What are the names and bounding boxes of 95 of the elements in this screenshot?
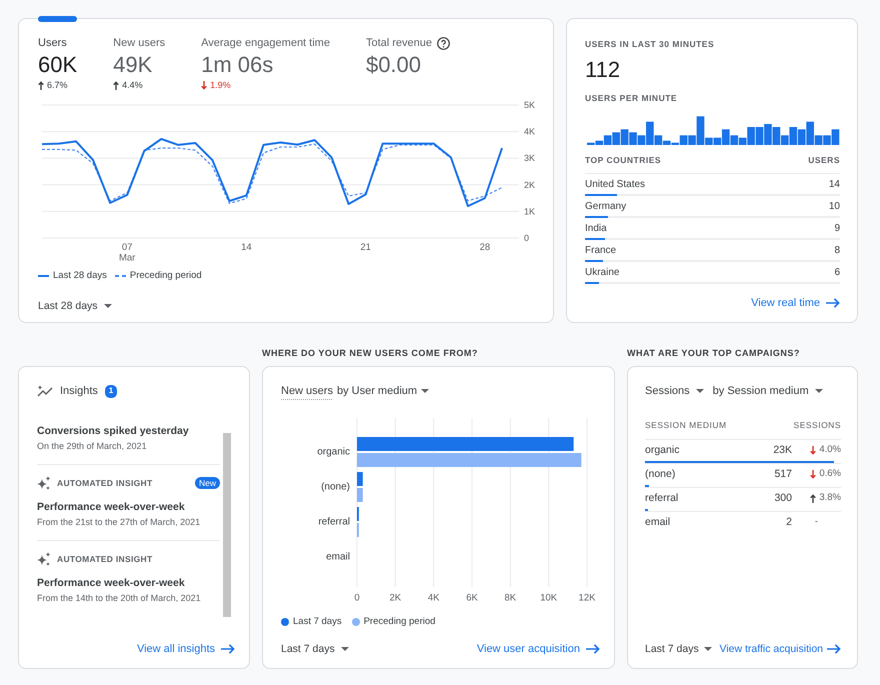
new-badge: New bbox=[194, 477, 220, 489]
y-axis-label: 2K bbox=[524, 180, 536, 190]
arrow-right-icon bbox=[826, 298, 840, 308]
card-title: Insights bbox=[60, 384, 98, 398]
sparkle-icon bbox=[37, 552, 51, 566]
column-header: TOP COUNTRIES bbox=[585, 155, 662, 166]
country-name: Germany bbox=[585, 200, 626, 214]
view-traffic-link[interactable]: View traffic acquisition bbox=[720, 642, 841, 656]
insight-date: From the 21st to the 27th of March, 2021 bbox=[37, 516, 202, 529]
metric-tab[interactable]: Average engagement time 1m 06s 1.9% bbox=[201, 16, 330, 91]
metric-tab[interactable]: New users 49K 4.4% bbox=[113, 16, 166, 91]
medium-name: (none) bbox=[645, 466, 676, 482]
metric-tab[interactable]: Total revenue $0.00 bbox=[366, 16, 450, 79]
insight-date: On the 29th of March, 2021 bbox=[37, 440, 148, 453]
sparkle-icon bbox=[37, 476, 51, 490]
medium-name: organic bbox=[645, 442, 680, 458]
session-count: 517 bbox=[774, 466, 792, 482]
arrow-right-icon bbox=[221, 644, 235, 654]
insight-type-label: AUTOMATED INSIGHT bbox=[57, 478, 152, 488]
caret-down-icon bbox=[104, 304, 112, 308]
y-axis-label: 1K bbox=[524, 206, 536, 216]
change-percent: 4.0% bbox=[819, 443, 841, 458]
legend-label: Preceding period bbox=[364, 616, 436, 628]
x-axis-label: 10K bbox=[540, 592, 558, 604]
session-count: 300 bbox=[774, 490, 792, 506]
x-axis-label: 2K bbox=[390, 592, 402, 604]
user-count: 6 bbox=[834, 266, 840, 280]
date-range-dropdown[interactable]: Last 28 days bbox=[38, 299, 112, 313]
x-axis-label: 4K bbox=[428, 592, 440, 604]
country-name: France bbox=[585, 244, 616, 258]
category-label: (none) bbox=[321, 482, 350, 492]
legend-label: Last 28 days bbox=[53, 270, 107, 282]
insight-type-label: AUTOMATED INSIGHT bbox=[57, 554, 152, 564]
realtime-user-count: 112 bbox=[585, 56, 620, 84]
user-count: 14 bbox=[828, 178, 840, 192]
column-header: SESSION MEDIUM bbox=[645, 419, 727, 431]
user-count: 9 bbox=[834, 222, 840, 236]
view-acquisition-link[interactable]: View user acquisition bbox=[476, 642, 600, 656]
category-label: referral bbox=[318, 516, 350, 528]
caret-down-icon bbox=[696, 389, 704, 393]
x-axis-label: 07 Mar bbox=[119, 242, 136, 264]
x-axis-label: 28 bbox=[480, 242, 490, 253]
medium-name: referral bbox=[645, 490, 680, 506]
count-badge: 1 bbox=[104, 384, 117, 398]
insight-title: Performance week-over-week bbox=[37, 500, 186, 514]
user-count: 8 bbox=[834, 244, 840, 258]
y-axis-label: 3K bbox=[524, 153, 536, 164]
insight-title: Conversions spiked yesterday bbox=[37, 424, 190, 438]
change-percent: 0.6% bbox=[819, 467, 841, 482]
trend-sparkle-icon bbox=[37, 385, 53, 397]
x-axis-label: 14 bbox=[241, 242, 252, 253]
country-name: Ukraine bbox=[585, 266, 620, 280]
date-range-dropdown[interactable]: Last 7 days bbox=[281, 642, 349, 656]
x-axis-label: 6K bbox=[466, 592, 478, 604]
caret-down-icon bbox=[814, 389, 823, 393]
user-count: 10 bbox=[828, 200, 840, 214]
country-name: United States bbox=[585, 178, 646, 192]
session-count: 23K bbox=[773, 442, 792, 458]
column-header: SESSIONS bbox=[794, 419, 841, 431]
date-range-dropdown[interactable]: Last 7 days bbox=[645, 642, 712, 656]
column-header: USERS bbox=[808, 155, 840, 166]
category-label: organic bbox=[317, 446, 350, 458]
metric-dropdown[interactable]: Sessions bbox=[645, 384, 704, 398]
metric-dropdown[interactable]: New users by User medium bbox=[281, 384, 430, 398]
scrollbar-thumb[interactable] bbox=[223, 433, 231, 617]
legend-label: Last 7 days bbox=[293, 616, 342, 628]
change-percent: 3.8% bbox=[819, 491, 841, 506]
y-axis-label: 0 bbox=[524, 233, 530, 243]
x-axis-label: 12K bbox=[578, 592, 596, 604]
change-percent: - bbox=[814, 515, 818, 530]
category-label: email bbox=[326, 552, 350, 562]
arrow-right-icon bbox=[586, 644, 600, 654]
section-heading: WHERE DO YOUR NEW USERS COME FROM? bbox=[262, 347, 479, 360]
medium-name: email bbox=[645, 514, 672, 530]
view-realtime-link[interactable]: View real time bbox=[751, 296, 840, 310]
x-axis-label: 8K bbox=[504, 592, 516, 604]
caret-down-icon bbox=[704, 647, 712, 651]
caret-down-icon bbox=[340, 647, 349, 651]
session-count: 2 bbox=[786, 514, 792, 530]
section-heading: WHAT ARE YOUR TOP CAMPAIGNS? bbox=[627, 347, 801, 360]
insight-date: From the 14th to the 20th of March, 2021 bbox=[37, 592, 202, 605]
caret-down-icon bbox=[421, 389, 430, 393]
arrow-right-icon bbox=[827, 644, 841, 654]
insight-title: Performance week-over-week bbox=[37, 576, 186, 590]
x-axis-label: 0 bbox=[354, 592, 360, 604]
y-axis-label: 4K bbox=[524, 126, 536, 137]
legend-label: Preceding period bbox=[130, 270, 202, 282]
country-name: India bbox=[585, 222, 607, 236]
card-title: USERS IN LAST 30 MINUTES bbox=[585, 39, 716, 50]
chart-title: USERS PER MINUTE bbox=[585, 93, 678, 104]
view-insights-link[interactable]: View all insights bbox=[136, 642, 235, 656]
dimension-dropdown[interactable]: by Session medium bbox=[712, 384, 823, 398]
y-axis-label: 5K bbox=[524, 100, 536, 110]
x-axis-label: 21 bbox=[360, 242, 371, 253]
metric-tab[interactable]: Users 60K 6.7% bbox=[38, 16, 78, 91]
